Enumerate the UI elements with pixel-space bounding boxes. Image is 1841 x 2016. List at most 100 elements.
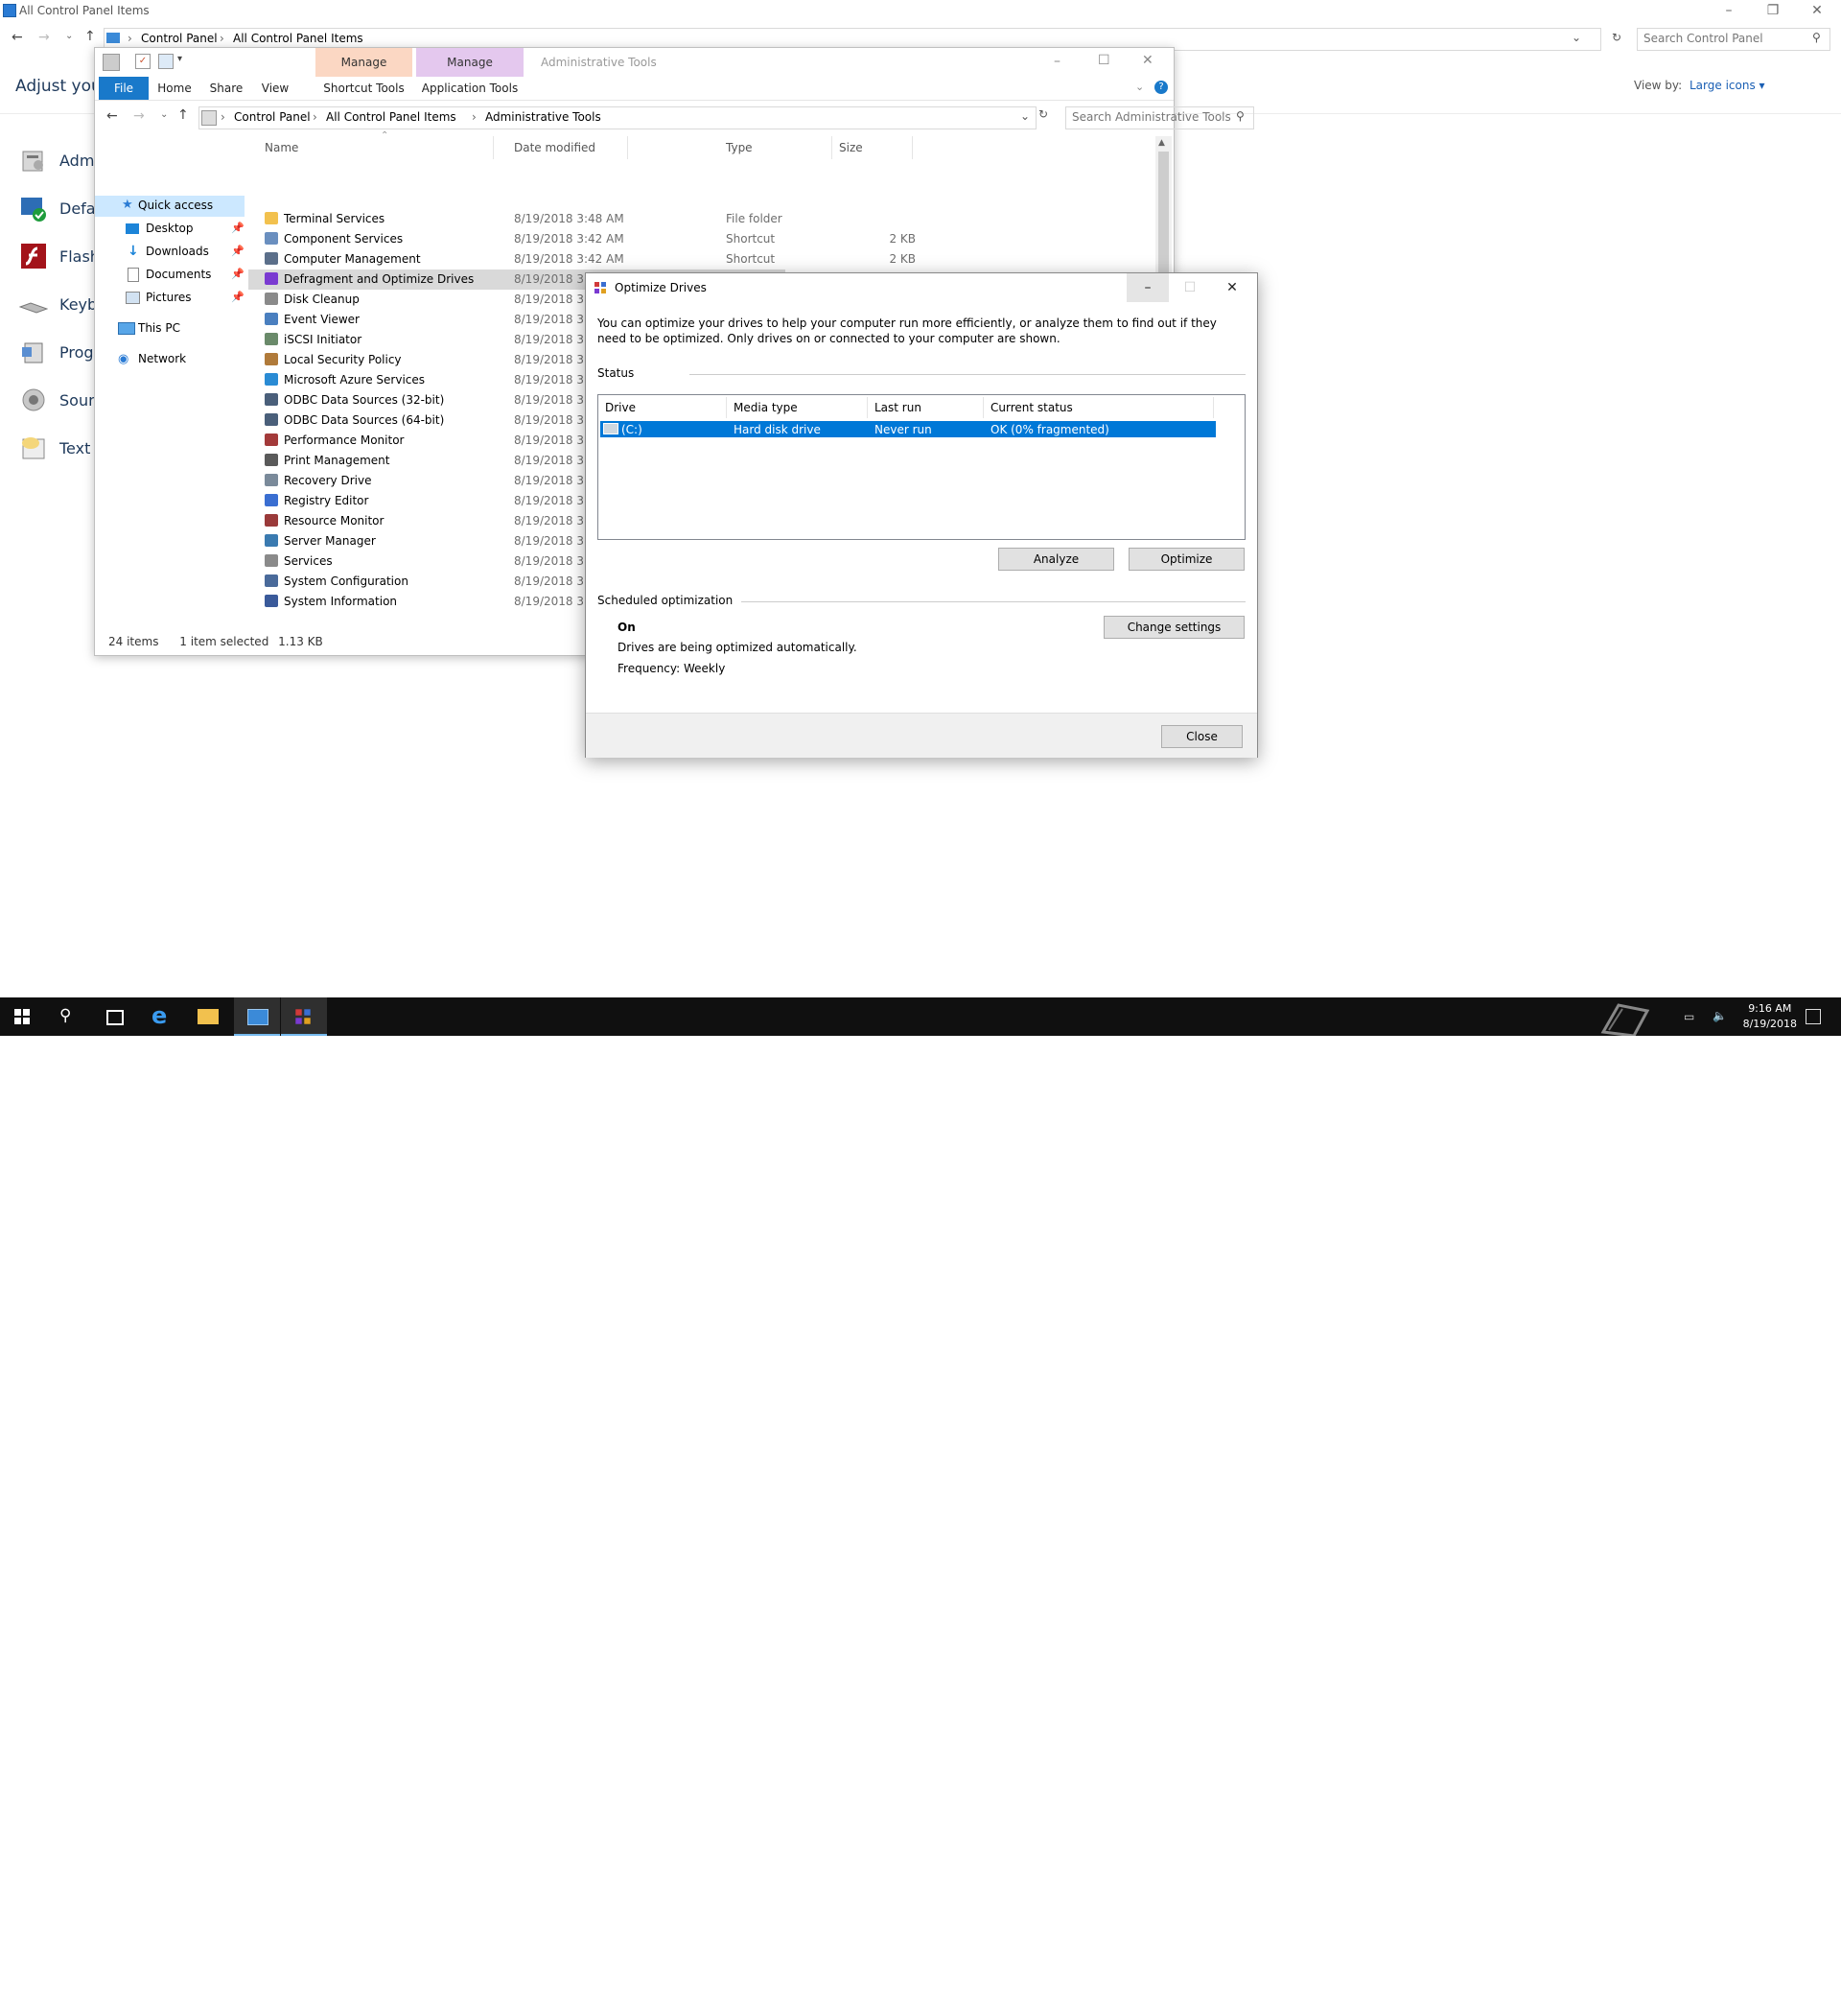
tray-clock[interactable]: 9:16 AM 8/19/2018: [1743, 1001, 1797, 1032]
tab-home[interactable]: Home: [151, 77, 198, 100]
pin-icon[interactable]: 📌: [231, 222, 245, 234]
start-button[interactable]: [0, 997, 46, 1036]
up-arrow-icon[interactable]: ↑: [84, 29, 96, 44]
maximize-button[interactable]: ☐: [1098, 53, 1110, 68]
tab-shortcut-tools[interactable]: Shortcut Tools: [315, 77, 412, 100]
nav-label: Downloads: [146, 245, 209, 258]
pin-icon[interactable]: 📌: [231, 245, 245, 257]
tab-application-tools[interactable]: Application Tools: [416, 77, 524, 100]
taskbar-internet-explorer[interactable]: e: [140, 997, 186, 1036]
close-button[interactable]: ✕: [1211, 273, 1253, 302]
forward-arrow-icon[interactable]: →: [38, 30, 50, 45]
close-dialog-button[interactable]: Close: [1161, 725, 1243, 748]
quick-access-toolbar-chevron-icon[interactable]: ▾: [177, 54, 182, 64]
dialog-description: You can optimize your drives to help you…: [597, 316, 1217, 345]
status-section-label: Status: [597, 366, 635, 380]
column-header-current-status[interactable]: Current status: [984, 397, 1214, 418]
tray-network-icon[interactable]: ▭: [1684, 1010, 1694, 1023]
minimize-button[interactable]: –: [1054, 54, 1060, 69]
search-icon[interactable]: ⚲: [1812, 31, 1821, 44]
scroll-up-arrow-icon[interactable]: ▲: [1158, 138, 1165, 148]
taskbar-file-explorer[interactable]: [186, 997, 232, 1036]
file-row[interactable]: Component Services 8/19/2018 3:42 AM Short…: [248, 229, 916, 249]
control-panel-search-input[interactable]: Search Control Panel ⚲: [1637, 28, 1830, 51]
taskbar-search-button[interactable]: ⚲: [46, 997, 92, 1036]
context-tab-manage-application[interactable]: Manage: [416, 48, 524, 77]
nav-quick-access[interactable]: ★ Quick access: [95, 196, 245, 217]
analyze-button[interactable]: Analyze: [998, 548, 1114, 571]
forward-arrow-icon[interactable]: →: [133, 108, 145, 124]
nav-documents[interactable]: Documents 📌: [95, 265, 245, 286]
context-tab-manage-shortcut[interactable]: Manage: [315, 48, 412, 77]
change-settings-button[interactable]: Change settings: [1104, 616, 1245, 639]
breadcrumb-separator: ›: [220, 32, 224, 45]
drive-row[interactable]: (C:) Hard disk drive Never run OK (0% fr…: [600, 421, 1216, 437]
breadcrumb-all-items[interactable]: All Control Panel Items: [233, 32, 363, 45]
breadcrumb-separator: ›: [221, 110, 225, 124]
column-header-drive[interactable]: Drive: [598, 397, 727, 418]
cp-item-label: Admi: [59, 152, 99, 170]
restore-button[interactable]: ❐: [1751, 0, 1795, 21]
tab-share[interactable]: Share: [202, 77, 250, 100]
help-icon[interactable]: ?: [1154, 81, 1168, 94]
taskbar-optimize-drives[interactable]: [281, 997, 327, 1036]
back-arrow-icon[interactable]: ←: [106, 108, 118, 124]
file-type: Shortcut: [726, 232, 776, 246]
column-header-name[interactable]: Name: [265, 136, 494, 159]
minimize-button[interactable]: –: [1707, 0, 1751, 21]
nav-this-pc[interactable]: This PC: [95, 318, 245, 340]
checkmark-icon[interactable]: ✓: [135, 54, 151, 69]
tab-view[interactable]: View: [254, 77, 296, 100]
action-center-icon[interactable]: [1806, 1009, 1821, 1024]
properties-icon[interactable]: [103, 54, 120, 71]
internet-explorer-icon: e: [151, 1002, 168, 1029]
taskbar-control-panel[interactable]: [234, 997, 280, 1036]
schedule-frequency: Frequency: Weekly: [618, 662, 726, 675]
minimize-button[interactable]: –: [1127, 273, 1169, 302]
tab-file[interactable]: File: [99, 77, 149, 100]
nav-desktop[interactable]: Desktop 📌: [95, 219, 245, 240]
close-button[interactable]: ✕: [1795, 0, 1839, 21]
column-header-size[interactable]: Size: [839, 136, 913, 159]
optimize-button[interactable]: Optimize: [1129, 548, 1245, 571]
file-row[interactable]: Computer Management 8/19/2018 3:42 AM Shor…: [248, 249, 916, 270]
column-header-media-type[interactable]: Media type: [727, 397, 868, 418]
breadcrumb-control-panel[interactable]: Control Panel: [141, 32, 218, 45]
recent-locations-chevron-icon[interactable]: ⌄: [160, 109, 168, 120]
address-dropdown-icon[interactable]: ⌄: [1572, 31, 1581, 44]
breadcrumb-all-items[interactable]: All Control Panel Items: [326, 110, 456, 124]
nav-pictures[interactable]: Pictures 📌: [95, 288, 245, 309]
scrollbar-thumb[interactable]: [1158, 152, 1169, 286]
nav-network[interactable]: ◉ Network: [95, 349, 245, 370]
view-by-dropdown[interactable]: Large icons ▾: [1690, 79, 1765, 92]
optimize-drives-dialog: Optimize Drives – ☐ ✕ You can optimize y…: [585, 272, 1258, 758]
column-header-last-run[interactable]: Last run: [868, 397, 984, 418]
task-view-button[interactable]: [92, 997, 138, 1036]
pin-icon[interactable]: 📌: [231, 291, 245, 303]
file-row[interactable]: Terminal Services 8/19/2018 3:48 AM File f…: [248, 209, 785, 229]
close-button[interactable]: ✕: [1142, 53, 1154, 68]
tray-volume-icon[interactable]: 🔈: [1713, 1009, 1727, 1022]
explorer-search-input[interactable]: Search Administrative Tools ⚲: [1065, 106, 1254, 129]
up-arrow-icon[interactable]: ↑: [177, 107, 189, 123]
system-config-icon: [265, 574, 278, 587]
breadcrumb-administrative-tools[interactable]: Administrative Tools: [485, 110, 601, 124]
refresh-icon[interactable]: ↻: [1038, 107, 1048, 121]
maximize-button[interactable]: ☐: [1169, 273, 1211, 302]
expand-ribbon-chevron-icon[interactable]: ⌄: [1135, 81, 1144, 93]
refresh-icon[interactable]: ↻: [1612, 31, 1621, 44]
new-folder-icon[interactable]: [158, 54, 174, 69]
explorer-address-bar[interactable]: › Control Panel › All Control Panel Item…: [198, 106, 1037, 129]
back-arrow-icon[interactable]: ←: [12, 30, 23, 45]
divider: [741, 601, 1246, 602]
breadcrumb-control-panel[interactable]: Control Panel: [234, 110, 311, 124]
download-arrow-icon: ↓: [128, 244, 139, 259]
search-icon[interactable]: ⚲: [1236, 109, 1245, 123]
pin-icon[interactable]: 📌: [231, 268, 245, 280]
disk-cleanup-icon: [265, 293, 278, 305]
recent-locations-chevron-icon[interactable]: ⌄: [65, 31, 73, 41]
column-header-type[interactable]: Type: [726, 136, 832, 159]
address-dropdown-icon[interactable]: ⌄: [1020, 109, 1030, 123]
column-header-date-modified[interactable]: Date modified: [514, 136, 628, 159]
nav-downloads[interactable]: ↓ Downloads 📌: [95, 242, 245, 263]
